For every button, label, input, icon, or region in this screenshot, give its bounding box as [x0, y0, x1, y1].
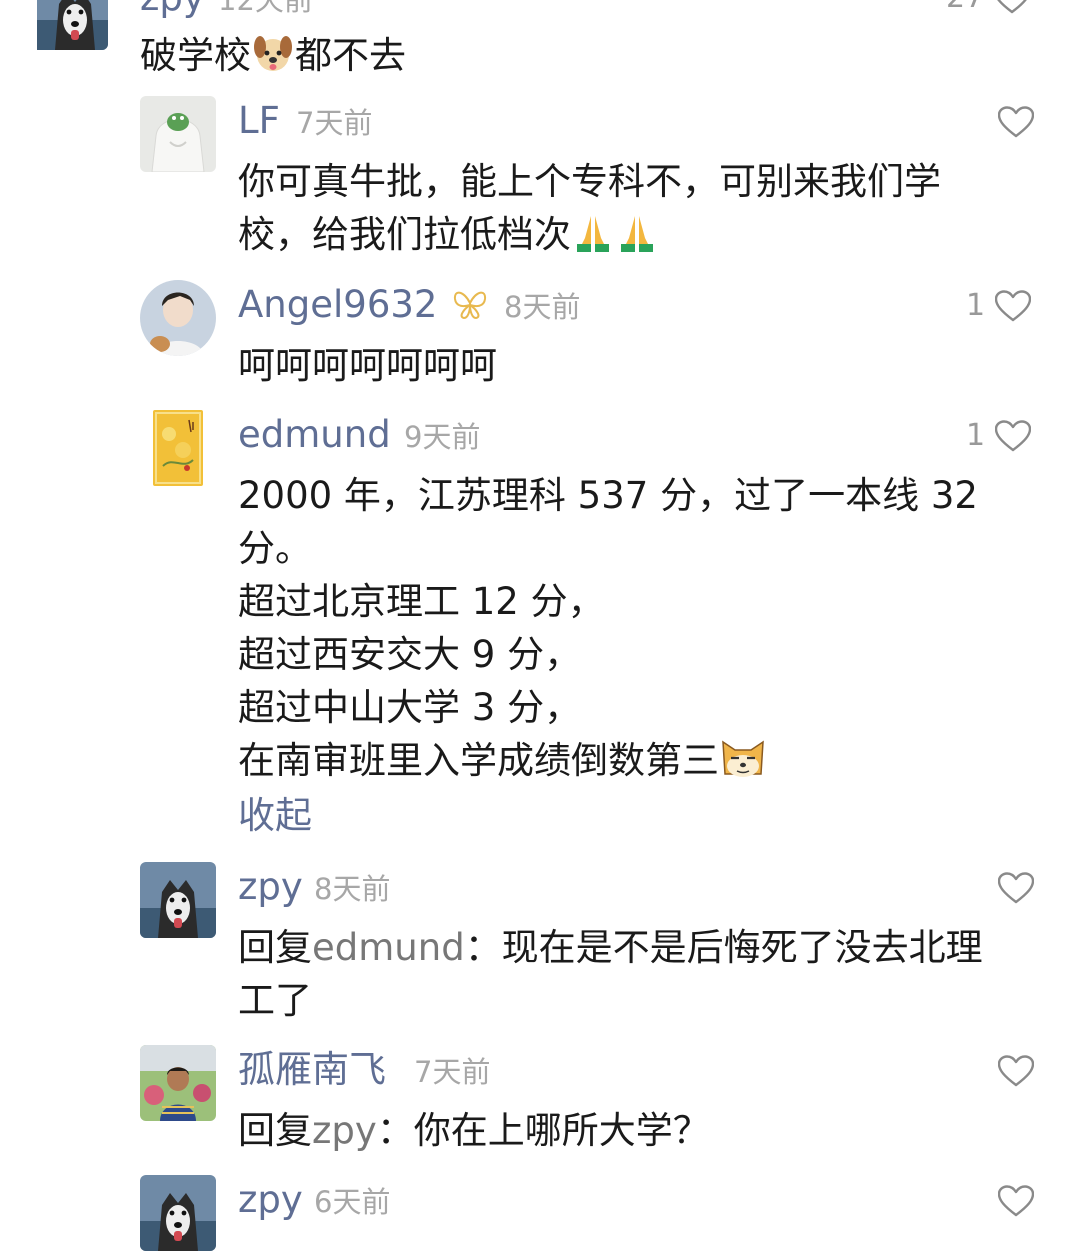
heart-icon: [998, 106, 1034, 138]
comment-line: 分。: [238, 527, 312, 570]
username[interactable]: zpy: [238, 1178, 303, 1222]
comment-time: 7天前: [296, 106, 373, 140]
heart-icon: [995, 420, 1031, 452]
username[interactable]: LF: [238, 99, 280, 143]
comment-line: 你可真牛批，能上个专科不，可别来我们学: [238, 160, 941, 203]
comment-line-text: ：你在上哪所大学？: [376, 1109, 710, 1152]
heart-icon: [994, 0, 1030, 14]
comment-time: 8天前: [314, 872, 391, 906]
comment-line: 回复zpy：你在上哪所大学？: [238, 1104, 710, 1157]
comment-line: 超过西安交大 9 分，: [238, 633, 582, 676]
username[interactable]: zpy: [140, 0, 205, 20]
comment-line: 呵呵呵呵呵呵呵: [238, 344, 497, 387]
comment-text: 回复edmund：现在是不是后悔死了没去北理 工了: [238, 921, 983, 1027]
reply-target-username[interactable]: edmund: [312, 926, 465, 969]
avatar[interactable]: [140, 862, 216, 938]
username[interactable]: Angel9632: [238, 283, 437, 327]
like-button[interactable]: 27: [946, 0, 1030, 14]
avatar[interactable]: [140, 96, 216, 172]
comment-text-part: 破学校: [140, 34, 251, 77]
comment-text: 回复zpy：你在上哪所大学？: [238, 1104, 710, 1157]
reply-target-username[interactable]: zpy: [312, 1109, 377, 1152]
username[interactable]: zpy: [238, 865, 303, 909]
comment-line: 在南审班里入学成绩倒数第三: [238, 734, 978, 787]
comment-text: 2000 年，江苏理科 537 分，过了一本线 32 分。 超过北京理工 12 …: [238, 469, 978, 787]
comment-line: 校，给我们拉低档次: [238, 208, 941, 261]
like-button[interactable]: [998, 1055, 1034, 1087]
doge-emoji-icon: [722, 740, 764, 777]
comment-line-text: ：现在是不是后悔死了没去北理: [464, 926, 983, 969]
comment-text-part: 都不去: [295, 34, 406, 77]
avatar[interactable]: [153, 410, 203, 486]
heart-icon: [998, 1055, 1034, 1087]
comment-time: 9天前: [404, 420, 481, 454]
comment-time: 12天前: [218, 0, 313, 17]
heart-icon: [998, 872, 1034, 904]
heart-icon: [998, 1185, 1034, 1217]
like-button[interactable]: 1: [966, 420, 1031, 452]
username[interactable]: edmund: [238, 413, 391, 457]
heart-icon: [995, 290, 1031, 322]
pray-emoji-icon: [577, 216, 609, 252]
like-button[interactable]: [998, 1185, 1034, 1217]
avatar[interactable]: [32, 0, 108, 50]
like-button[interactable]: 1: [966, 290, 1031, 322]
comment-line: 工了: [238, 979, 312, 1022]
avatar[interactable]: [140, 1045, 216, 1121]
like-button[interactable]: [998, 872, 1034, 904]
comment-time: 8天前: [504, 290, 581, 324]
like-count: 27: [946, 0, 984, 14]
comment-line: 回复edmund：现在是不是后悔死了没去北理: [238, 921, 983, 974]
avatar[interactable]: [140, 1175, 216, 1251]
butterfly-badge-icon: [453, 291, 487, 319]
reply-prefix: 回复: [238, 926, 312, 969]
dog-emoji-icon: [254, 36, 292, 71]
like-button[interactable]: [998, 106, 1034, 138]
comment-line: 超过北京理工 12 分，: [238, 580, 605, 623]
comment-text: 呵呵呵呵呵呵呵: [238, 339, 497, 392]
comment-time: 7天前: [414, 1055, 491, 1089]
like-count: 1: [966, 418, 986, 453]
comment-line: 2000 年，江苏理科 537 分，过了一本线 32: [238, 474, 978, 517]
comment-line-text: 在南审班里入学成绩倒数第三: [238, 739, 719, 782]
avatar[interactable]: [140, 280, 216, 356]
collapse-button[interactable]: 收起: [238, 789, 312, 842]
comment-text: 破学校 都不去: [140, 29, 406, 82]
comment-line-text: 校，给我们拉低档次: [238, 213, 571, 256]
username[interactable]: 孤雁南飞: [238, 1048, 386, 1092]
reply-prefix: 回复: [238, 1109, 312, 1152]
comment-line: 超过中山大学 3 分，: [238, 686, 582, 729]
like-count: 1: [966, 288, 986, 323]
comment-text: 你可真牛批，能上个专科不，可别来我们学 校，给我们拉低档次: [238, 155, 941, 261]
pray-emoji-icon: [621, 216, 653, 252]
comment-time: 6天前: [314, 1185, 391, 1219]
